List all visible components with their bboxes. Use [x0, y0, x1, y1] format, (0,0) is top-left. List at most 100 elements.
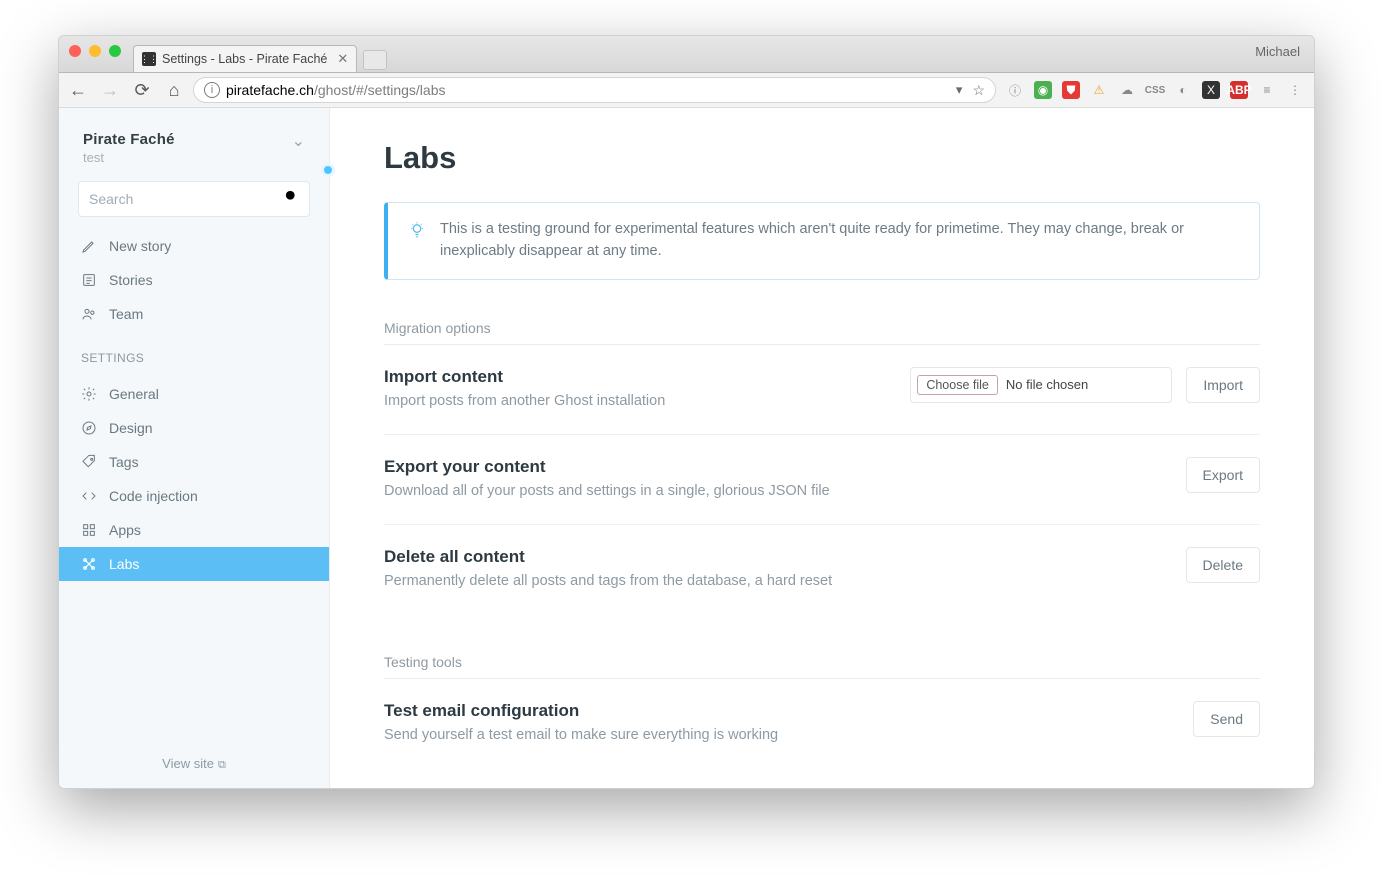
code-icon — [81, 488, 97, 504]
lightbulb-icon — [408, 221, 426, 263]
list-icon — [81, 272, 97, 288]
export-description: Download all of your posts and settings … — [384, 481, 830, 502]
sidebar-item-label: New story — [109, 238, 171, 254]
nav-forward-button[interactable]: → — [97, 77, 123, 103]
row-delete-content: Delete all content Permanently delete al… — [384, 525, 1260, 614]
window-close-button[interactable] — [69, 45, 81, 57]
labs-icon — [81, 556, 97, 572]
window-titlebar: ⋮⋮ Settings - Labs - Pirate Faché ✕ Mich… — [59, 36, 1314, 73]
import-button[interactable]: Import — [1186, 367, 1260, 403]
pencil-icon — [81, 238, 97, 254]
gear-icon — [81, 386, 97, 402]
import-description: Import posts from another Ghost installa… — [384, 391, 665, 412]
sidebar-item-label: Design — [109, 420, 153, 436]
translate-icon[interactable]: ▾ — [956, 82, 963, 99]
extension-circle-icon[interactable]: ◐ — [1174, 81, 1192, 99]
delete-title: Delete all content — [384, 547, 832, 567]
test-email-title: Test email configuration — [384, 701, 778, 721]
url-path: /ghost/#/settings/labs — [314, 82, 446, 98]
nav-reload-button[interactable]: ⟳ — [129, 77, 155, 103]
browser-menu-icon[interactable]: ⋮ — [1286, 81, 1304, 99]
browser-window: ⋮⋮ Settings - Labs - Pirate Faché ✕ Mich… — [58, 35, 1315, 789]
row-test-email: Test email configuration Send yourself a… — [384, 679, 1260, 768]
bookmark-star-icon[interactable]: ☆ — [972, 82, 985, 99]
import-title: Import content — [384, 367, 665, 387]
blog-switcher[interactable]: Pirate Faché test ⌄ — [59, 108, 329, 181]
sidebar-item-label: Code injection — [109, 488, 198, 504]
file-input[interactable]: Choose file No file chosen — [910, 367, 1172, 403]
chrome-profile-label[interactable]: Michael — [1255, 44, 1300, 59]
search-input[interactable] — [89, 191, 284, 207]
extension-db-icon[interactable]: ≡ — [1258, 81, 1276, 99]
apps-icon — [81, 522, 97, 538]
send-test-email-button[interactable]: Send — [1193, 701, 1260, 737]
new-tab-button[interactable] — [363, 50, 387, 70]
blog-subtitle: test — [83, 150, 175, 165]
view-site-link[interactable]: View site⧉ — [59, 742, 329, 788]
search-icon — [284, 189, 299, 209]
alert-text: This is a testing ground for experimenta… — [440, 219, 1239, 263]
extension-icons: ⓘ ◉ ⛊ ⚠ ☁ CSS ◐ X ABP ≡ ⋮ — [1002, 81, 1308, 99]
nav-back-button[interactable]: ← — [65, 77, 91, 103]
sidebar-item-team[interactable]: Team — [59, 297, 329, 331]
main-content: Labs This is a testing ground for experi… — [330, 108, 1314, 788]
tab-favicon: ⋮⋮ — [142, 52, 156, 66]
extension-info-icon[interactable]: ⓘ — [1006, 81, 1024, 99]
sidebar: Pirate Faché test ⌄ New story — [59, 108, 330, 788]
row-import-content: Import content Import posts from another… — [384, 345, 1260, 435]
blog-title: Pirate Faché — [83, 131, 175, 148]
sidebar-item-label: Stories — [109, 272, 153, 288]
tag-icon — [81, 454, 97, 470]
extension-x-icon[interactable]: X — [1202, 81, 1220, 99]
sidebar-item-new-story[interactable]: New story — [59, 229, 329, 263]
browser-toolbar: ← → ⟳ ⌂ i piratefache.ch/ghost/#/setting… — [59, 73, 1314, 108]
extension-css-icon[interactable]: CSS — [1146, 81, 1164, 99]
sidebar-item-label: Tags — [109, 454, 139, 470]
tab-close-icon[interactable]: ✕ — [337, 51, 348, 67]
choose-file-button[interactable]: Choose file — [917, 375, 998, 395]
export-title: Export your content — [384, 457, 830, 477]
section-label-migration: Migration options — [384, 320, 1260, 336]
test-email-description: Send yourself a test email to make sure … — [384, 725, 778, 746]
page-title: Labs — [384, 140, 1260, 176]
extension-warn-icon[interactable]: ⚠ — [1090, 81, 1108, 99]
url-host: piratefache.ch — [226, 82, 314, 98]
window-maximize-button[interactable] — [109, 45, 121, 57]
sidebar-item-label: General — [109, 386, 159, 402]
browser-tab[interactable]: ⋮⋮ Settings - Labs - Pirate Faché ✕ — [133, 45, 357, 72]
search-box[interactable] — [78, 181, 310, 217]
sidebar-item-general[interactable]: General — [59, 377, 329, 411]
delete-button[interactable]: Delete — [1186, 547, 1260, 583]
sidebar-item-label: Apps — [109, 522, 141, 538]
site-info-icon[interactable]: i — [204, 82, 220, 98]
sidebar-item-apps[interactable]: Apps — [59, 513, 329, 547]
section-label-testing: Testing tools — [384, 654, 1260, 670]
extension-abp-icon[interactable]: ABP — [1230, 81, 1248, 99]
tab-title: Settings - Labs - Pirate Faché — [162, 52, 327, 66]
extension-ublock-icon[interactable]: ⛊ — [1062, 81, 1080, 99]
compass-icon — [81, 420, 97, 436]
sidebar-item-tags[interactable]: Tags — [59, 445, 329, 479]
window-minimize-button[interactable] — [89, 45, 101, 57]
row-export-content: Export your content Download all of your… — [384, 435, 1260, 525]
sidebar-item-code-injection[interactable]: Code injection — [59, 479, 329, 513]
file-status-label: No file chosen — [1006, 377, 1088, 392]
nav-home-button[interactable]: ⌂ — [161, 77, 187, 103]
update-indicator[interactable] — [321, 163, 335, 177]
external-link-icon: ⧉ — [218, 759, 226, 771]
extension-shield-icon[interactable]: ◉ — [1034, 81, 1052, 99]
traffic-lights — [69, 45, 121, 57]
team-icon — [81, 306, 97, 322]
sidebar-item-labs[interactable]: Labs — [59, 547, 329, 581]
extension-chat-icon[interactable]: ☁ — [1118, 81, 1136, 99]
export-button[interactable]: Export — [1186, 457, 1260, 493]
sidebar-item-label: Team — [109, 306, 143, 322]
settings-heading: SETTINGS — [59, 337, 329, 371]
chevron-down-icon: ⌄ — [292, 131, 305, 151]
address-bar[interactable]: i piratefache.ch/ghost/#/settings/labs ▾… — [193, 77, 996, 103]
sidebar-item-design[interactable]: Design — [59, 411, 329, 445]
labs-warning-alert: This is a testing ground for experimenta… — [384, 202, 1260, 280]
sidebar-item-label: Labs — [109, 556, 139, 572]
delete-description: Permanently delete all posts and tags fr… — [384, 571, 832, 592]
sidebar-item-stories[interactable]: Stories — [59, 263, 329, 297]
